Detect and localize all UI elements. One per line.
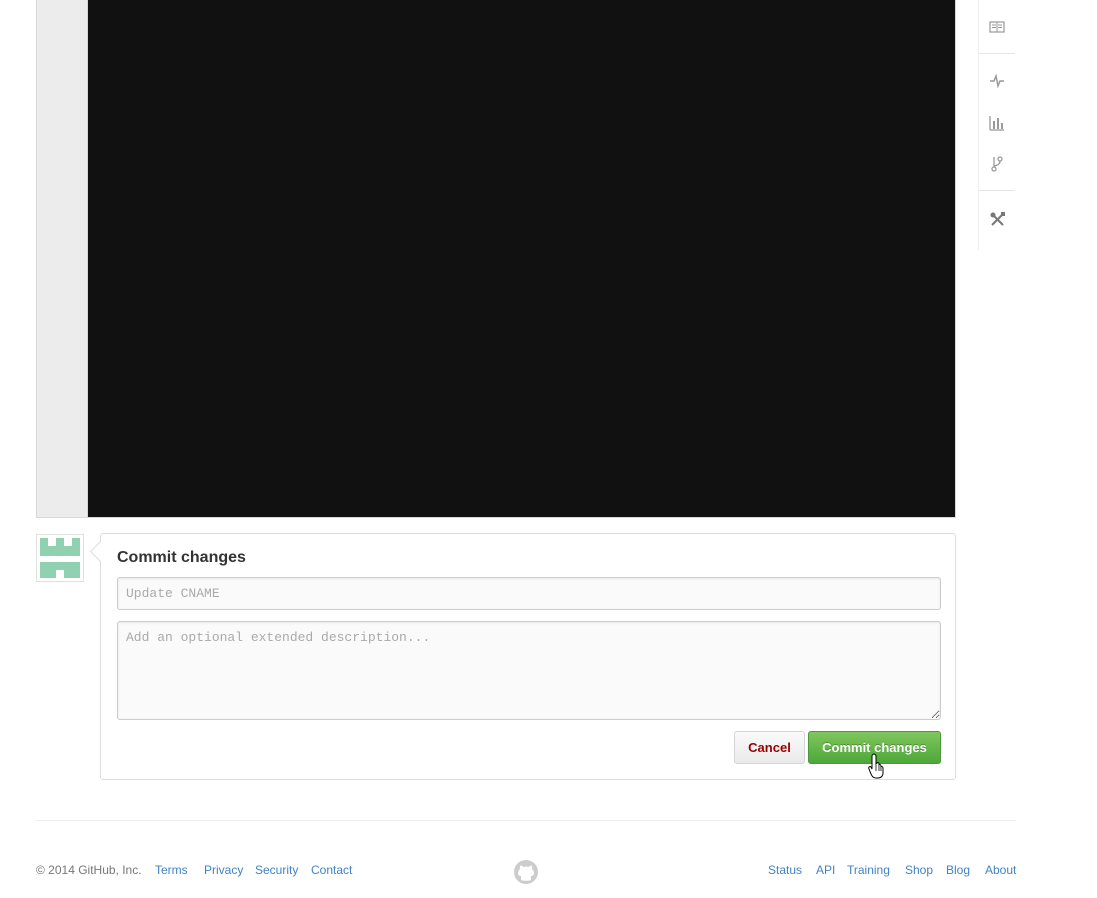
cancel-button[interactable]: Cancel bbox=[734, 731, 805, 764]
site-footer: © 2014 GitHub, Inc. Terms Privacy Securi… bbox=[36, 860, 1016, 884]
github-octocat-icon[interactable] bbox=[513, 859, 539, 885]
code-editor[interactable] bbox=[36, 0, 956, 518]
footer-divider bbox=[36, 820, 1016, 821]
footer-link-api[interactable]: API bbox=[816, 863, 835, 877]
footer-link-security[interactable]: Security bbox=[255, 863, 298, 877]
footer-link-shop[interactable]: Shop bbox=[905, 863, 933, 877]
graphs-icon[interactable] bbox=[988, 114, 1006, 132]
commit-changes-button[interactable]: Commit changes bbox=[808, 731, 941, 764]
identicon-icon bbox=[40, 538, 80, 578]
nav-divider bbox=[979, 190, 1015, 191]
footer-link-contact[interactable]: Contact bbox=[311, 863, 352, 877]
footer-link-terms[interactable]: Terms bbox=[155, 863, 188, 877]
repo-nav bbox=[978, 0, 1015, 250]
footer-copyright: © 2014 GitHub, Inc. bbox=[36, 863, 142, 877]
commit-form: Commit changes Cancel Commit changes bbox=[100, 533, 956, 780]
commit-form-title: Commit changes bbox=[117, 549, 246, 566]
wiki-icon[interactable] bbox=[988, 18, 1006, 36]
footer-link-training[interactable]: Training bbox=[847, 863, 890, 877]
avatar bbox=[36, 534, 84, 582]
nav-divider bbox=[979, 53, 1015, 54]
footer-link-privacy[interactable]: Privacy bbox=[204, 863, 243, 877]
footer-link-status[interactable]: Status bbox=[768, 863, 802, 877]
commit-description-input[interactable] bbox=[117, 621, 941, 720]
pulse-icon[interactable] bbox=[988, 72, 1006, 90]
commit-summary-input[interactable] bbox=[117, 577, 941, 610]
footer-link-blog[interactable]: Blog bbox=[946, 863, 970, 877]
network-icon[interactable] bbox=[988, 155, 1006, 173]
line-number-gutter bbox=[37, 0, 88, 517]
footer-link-about[interactable]: About bbox=[985, 863, 1016, 877]
settings-icon[interactable] bbox=[988, 210, 1006, 228]
